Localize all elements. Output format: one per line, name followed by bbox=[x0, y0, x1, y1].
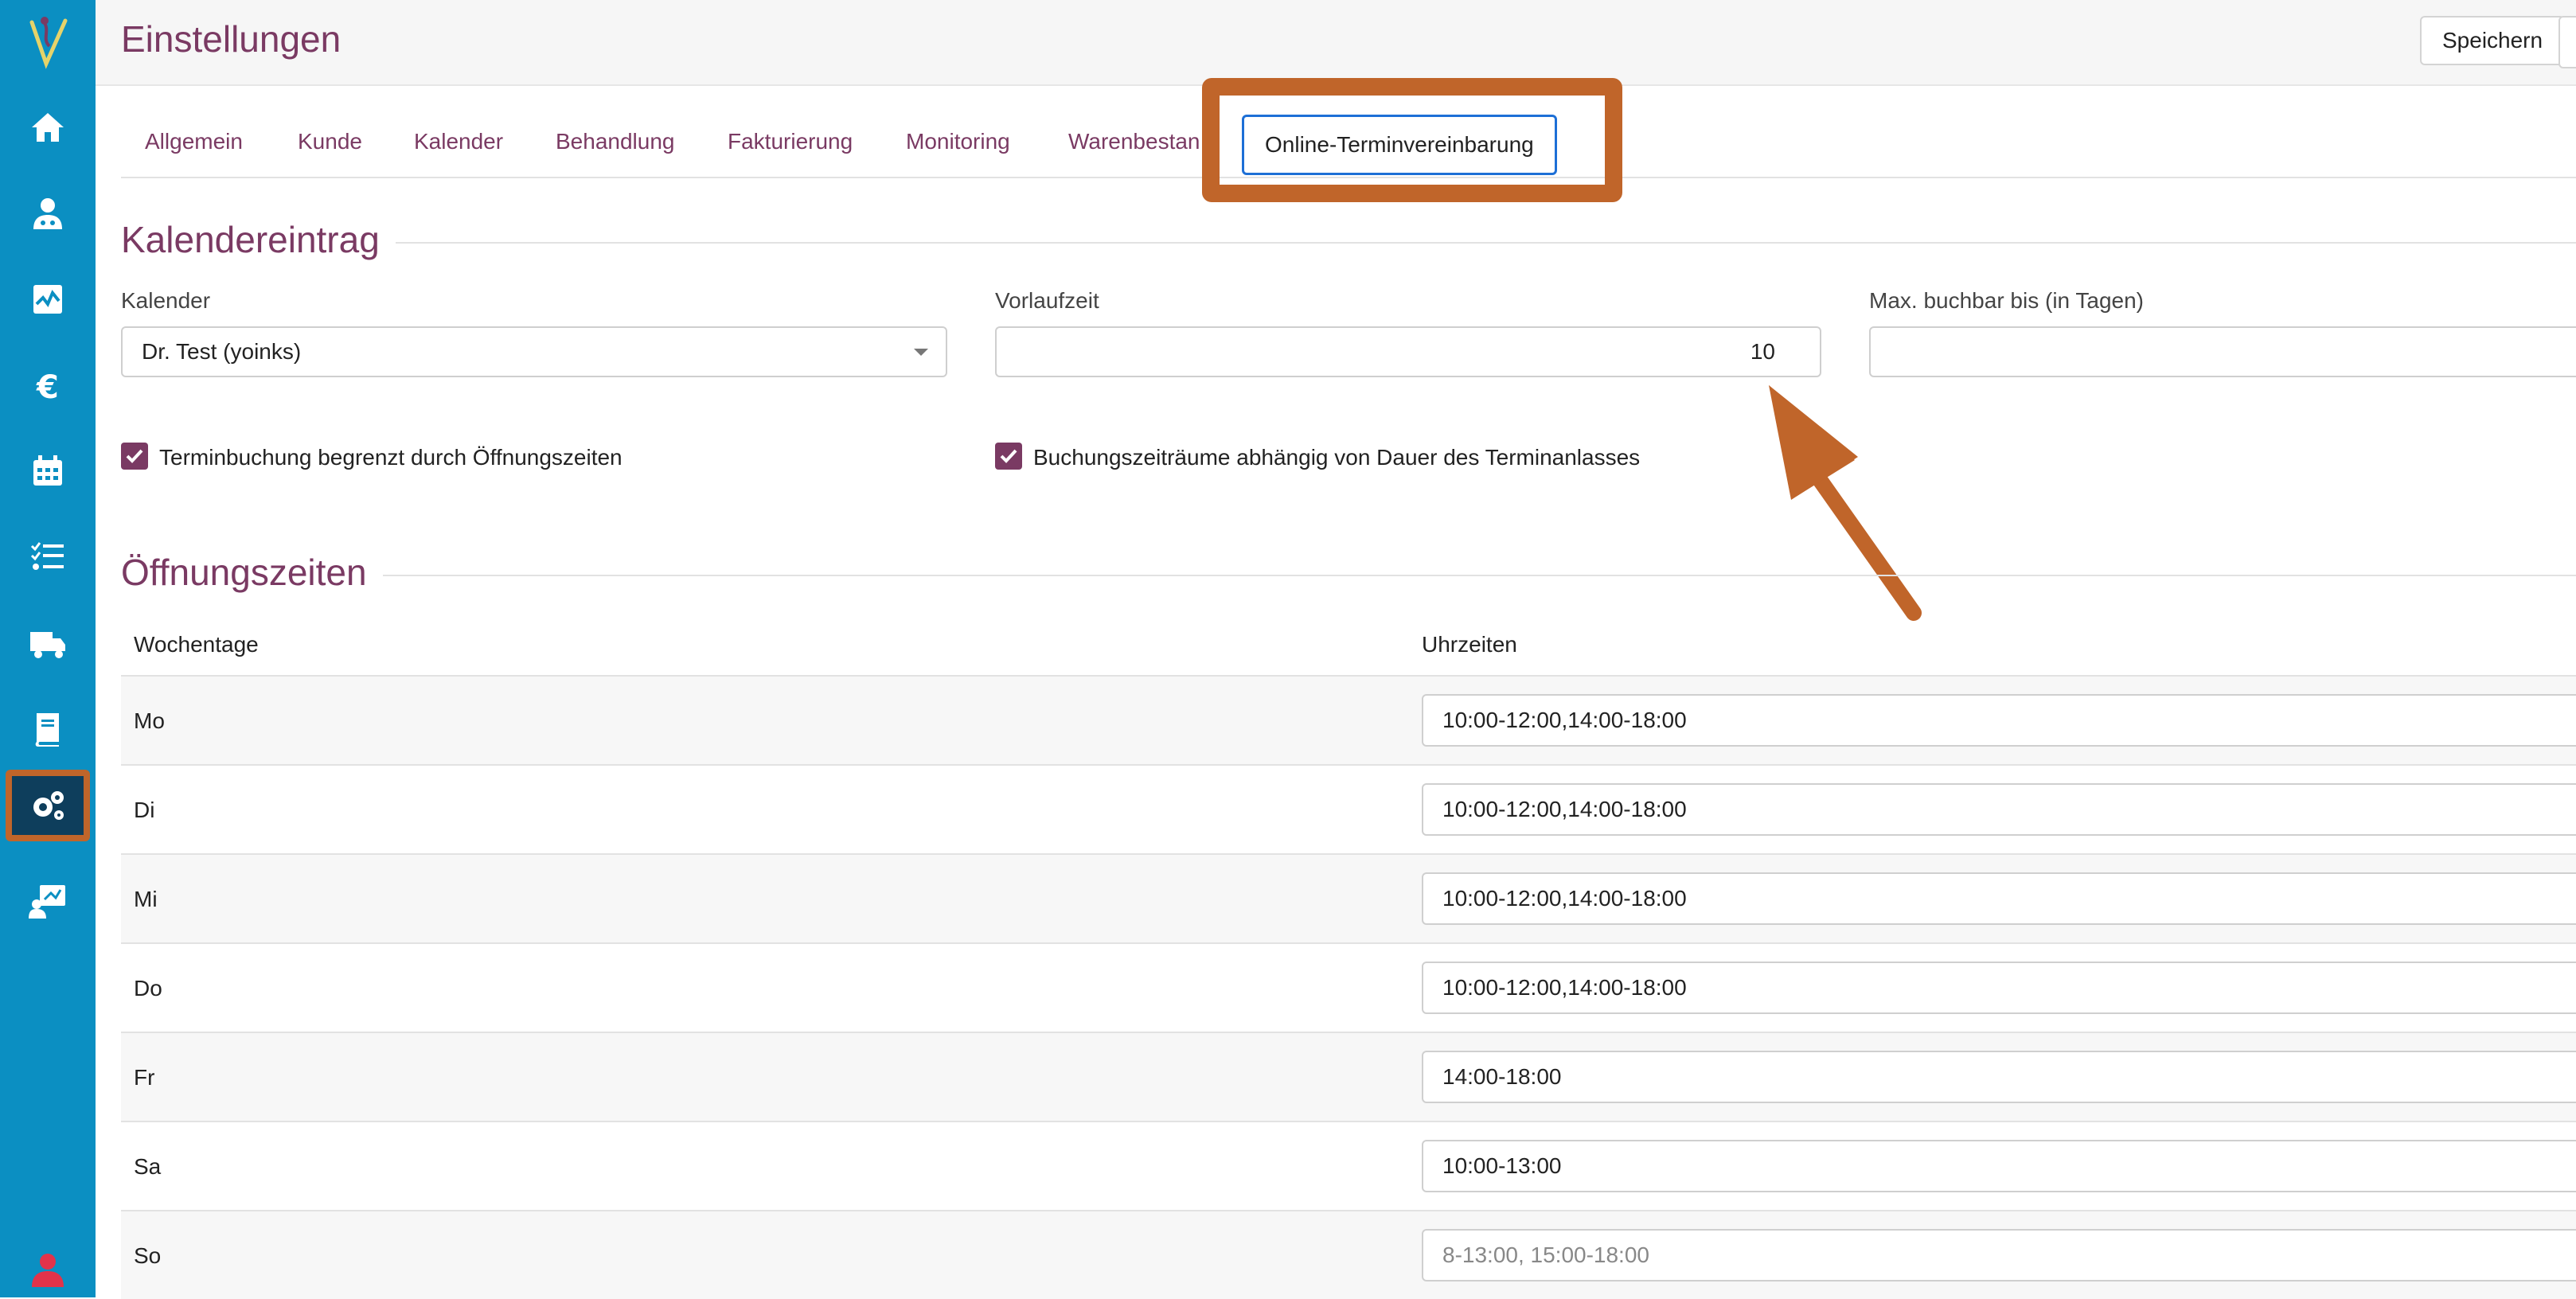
day-cell: Mi bbox=[134, 887, 158, 911]
tab-monitoring[interactable]: Monitoring bbox=[906, 129, 1010, 154]
day-cell: So bbox=[134, 1243, 162, 1268]
section-title-kalendereintrag: Kalendereintrag bbox=[121, 218, 396, 261]
checkbox-opening-hours[interactable] bbox=[121, 443, 148, 470]
day-cell: Sa bbox=[134, 1154, 162, 1179]
calendar-select[interactable]: Dr. Test (yoinks) bbox=[121, 326, 947, 377]
times-input[interactable]: 14:00-18:00 bbox=[1422, 1051, 2576, 1103]
times-input[interactable]: 10:00-12:00,14:00-18:00 bbox=[1422, 962, 2576, 1014]
checkbox-duration-label: Buchungszeiträume abhängig von Dauer des… bbox=[1033, 445, 1641, 470]
times-input[interactable]: 10:00-12:00,14:00-18:00 bbox=[1422, 783, 2576, 836]
nav-billing[interactable]: € bbox=[0, 347, 96, 423]
tab-behandlung[interactable]: Behandlung bbox=[556, 129, 674, 154]
times-input[interactable]: 10:00-12:00,14:00-18:00 bbox=[1422, 694, 2576, 747]
tab-kalender[interactable]: Kalender bbox=[414, 129, 503, 154]
nav-user[interactable] bbox=[0, 1239, 96, 1297]
table-row: Do 10:00-12:00,14:00-18:00 bbox=[121, 942, 2576, 1033]
truck-icon bbox=[30, 632, 65, 658]
presentation-user-icon bbox=[29, 885, 65, 919]
chevron-down-icon bbox=[914, 349, 928, 356]
annotation-arrow bbox=[1769, 385, 1922, 621]
column-header-times: Uhrzeiten bbox=[1422, 632, 1517, 657]
checkbox-opening-hours-label: Terminbuchung begrenzt durch Öffnungszei… bbox=[159, 445, 623, 470]
table-row: Fr 14:00-18:00 bbox=[121, 1032, 2576, 1122]
max-days-label: Max. buchbar bis (in Tagen) bbox=[1869, 288, 2144, 313]
times-input[interactable]: 10:00-12:00,14:00-18:00 bbox=[1422, 872, 2576, 925]
page-title: Einstellungen bbox=[121, 18, 342, 60]
table-row: So 8-13:00, 15:00-18:00 bbox=[121, 1210, 2576, 1299]
day-cell: Fr bbox=[134, 1065, 155, 1090]
lead-time-value: 10 bbox=[1750, 339, 1775, 364]
times-input[interactable]: 8-13:00, 15:00-18:00 bbox=[1422, 1229, 2576, 1281]
calendar-select-value: Dr. Test (yoinks) bbox=[142, 339, 302, 364]
table-row: Mo 10:00-12:00,14:00-18:00 bbox=[121, 675, 2576, 766]
nav-calendar[interactable] bbox=[0, 433, 96, 509]
lead-time-input[interactable]: 10 bbox=[995, 326, 1821, 377]
header: Einstellungen bbox=[96, 0, 2576, 86]
check-icon bbox=[1000, 449, 1017, 463]
section-divider bbox=[121, 575, 2576, 576]
day-cell: Di bbox=[134, 798, 155, 822]
gears-icon bbox=[33, 791, 64, 820]
times-input[interactable]: 10:00-13:00 bbox=[1422, 1140, 2576, 1192]
more-button[interactable] bbox=[2558, 16, 2576, 68]
day-cell: Do bbox=[134, 976, 162, 1001]
checkbox-duration[interactable] bbox=[995, 443, 1022, 470]
tab-fakturierung[interactable]: Fakturierung bbox=[728, 129, 853, 154]
calendar-label: Kalender bbox=[121, 288, 211, 313]
table-row: Mi 10:00-12:00,14:00-18:00 bbox=[121, 853, 2576, 944]
save-button[interactable]: Speichern bbox=[2420, 16, 2566, 65]
table-row: Sa 10:00-13:00 bbox=[121, 1121, 2576, 1211]
section-title-oeffnungszeiten: Öffnungszeiten bbox=[121, 551, 383, 594]
nav-home[interactable] bbox=[0, 89, 96, 166]
home-icon bbox=[32, 113, 64, 142]
checklist-icon bbox=[30, 542, 64, 570]
nav-delivery[interactable] bbox=[0, 605, 96, 681]
column-header-days: Wochentage bbox=[134, 632, 259, 657]
logo-icon[interactable] bbox=[19, 14, 76, 72]
section-divider bbox=[121, 242, 2576, 244]
book-icon bbox=[35, 713, 59, 747]
tab-online-terminvereinbarung[interactable]: Online-Terminvereinbarung bbox=[1242, 115, 1557, 175]
svg-text:€: € bbox=[36, 369, 59, 404]
max-days-input[interactable] bbox=[1869, 326, 2576, 377]
tab-kunde[interactable]: Kunde bbox=[298, 129, 362, 154]
calendar-icon bbox=[33, 455, 62, 486]
customer-doctor-icon bbox=[33, 198, 62, 229]
nav-monitoring[interactable] bbox=[0, 261, 96, 337]
user-icon bbox=[32, 1254, 64, 1287]
lead-time-label: Vorlaufzeit bbox=[995, 288, 1099, 313]
nav-customers[interactable] bbox=[0, 175, 96, 252]
tab-warenbestand[interactable]: Warenbestan bbox=[1068, 129, 1200, 154]
nav-settings[interactable] bbox=[0, 767, 96, 844]
sidebar: € bbox=[0, 0, 96, 1297]
check-icon bbox=[126, 449, 143, 463]
euro-icon: € bbox=[36, 369, 59, 404]
nav-presentation[interactable] bbox=[0, 863, 96, 939]
day-cell: Mo bbox=[134, 708, 165, 733]
nav-tasks[interactable] bbox=[0, 519, 96, 595]
tab-allgemein[interactable]: Allgemein bbox=[145, 129, 243, 154]
nav-docs[interactable] bbox=[0, 691, 96, 767]
monitor-chart-icon bbox=[33, 285, 62, 314]
table-row: Di 10:00-12:00,14:00-18:00 bbox=[121, 764, 2576, 855]
